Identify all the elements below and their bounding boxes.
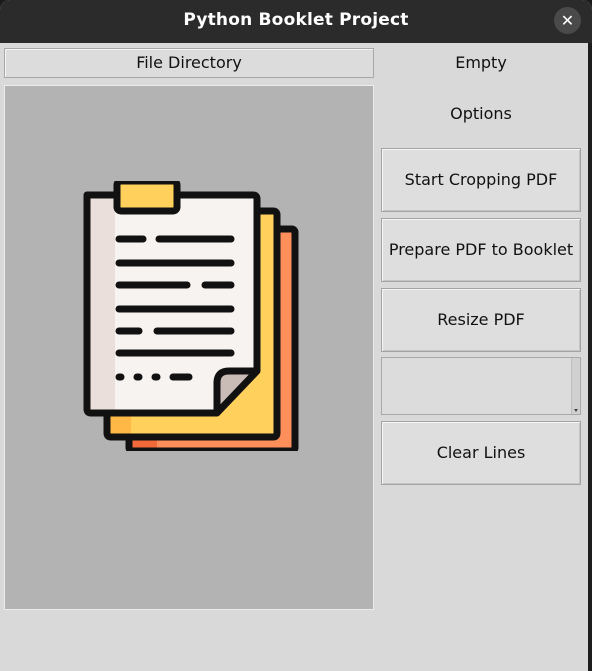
options-heading: Options <box>450 104 512 123</box>
scroll-down-icon[interactable] <box>574 409 578 412</box>
main-content: File Directory Empty Options Start Cropp… <box>0 43 592 671</box>
prepare-booklet-button[interactable]: Prepare PDF to Booklet <box>381 218 581 282</box>
document-pages-icon <box>83 181 299 451</box>
pdf-preview-panel <box>4 85 374 610</box>
close-button[interactable]: ✕ <box>554 7 581 34</box>
lines-text-box[interactable] <box>381 357 581 415</box>
window-edge <box>588 43 592 671</box>
title-bar[interactable]: Python Booklet Project ✕ <box>0 0 592 43</box>
status-label: Empty <box>455 53 507 72</box>
resize-pdf-button[interactable]: Resize PDF <box>381 288 581 352</box>
start-cropping-button[interactable]: Start Cropping PDF <box>381 148 581 212</box>
text-box-scrollbar[interactable] <box>571 358 580 414</box>
window-title: Python Booklet Project <box>183 10 409 30</box>
app-window: Python Booklet Project ✕ File Directory … <box>0 0 592 671</box>
close-icon: ✕ <box>560 11 575 30</box>
front-page-paper <box>83 181 261 417</box>
file-directory-button[interactable]: File Directory <box>4 48 374 78</box>
clear-lines-button[interactable]: Clear Lines <box>381 421 581 485</box>
